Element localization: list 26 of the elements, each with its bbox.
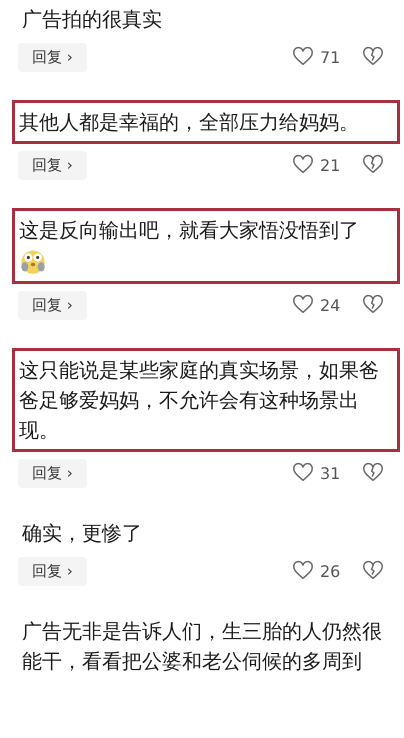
comment-text: 广告无非是告诉人们，生三胎的人仍然很能干，看看把公婆和老公伺候的多周到 (22, 618, 383, 675)
broken-heart-icon[interactable] (362, 46, 384, 68)
like-count: 21 (320, 156, 342, 174)
comment-text: 这是反向输出吧，就看大家悟没悟到了 (19, 217, 360, 244)
reply-button[interactable]: 回复 › (18, 150, 87, 180)
broken-heart-icon[interactable] (362, 462, 384, 484)
broken-heart-icon[interactable] (362, 154, 384, 176)
heart-icon[interactable] (292, 294, 314, 316)
like-count: 71 (320, 48, 342, 66)
reply-button[interactable]: 回复 › (18, 458, 87, 488)
comment-text: 广告拍的很真实 (22, 6, 163, 33)
broken-heart-icon[interactable] (362, 294, 384, 316)
broken-heart-icon[interactable] (362, 560, 384, 582)
comment-text: 确实，更惨了 (22, 520, 143, 547)
like-count: 31 (320, 464, 342, 482)
reply-button[interactable]: 回复 › (18, 42, 87, 72)
heart-icon[interactable] (292, 560, 314, 582)
like-count: 24 (320, 296, 342, 314)
comment-text: 这只能说是某些家庭的真实场景，如果爸爸足够爱妈妈，不允许会有这种场景出现。 (19, 357, 380, 444)
heart-icon[interactable] (292, 154, 314, 176)
heart-icon[interactable] (292, 46, 314, 68)
reply-button[interactable]: 回复 › (18, 556, 87, 586)
reply-button[interactable]: 回复 › (18, 290, 87, 320)
like-count: 26 (320, 562, 342, 580)
comment-text: 其他人都是幸福的，全部压力给妈妈。 (19, 109, 360, 136)
heart-icon[interactable] (292, 462, 314, 484)
